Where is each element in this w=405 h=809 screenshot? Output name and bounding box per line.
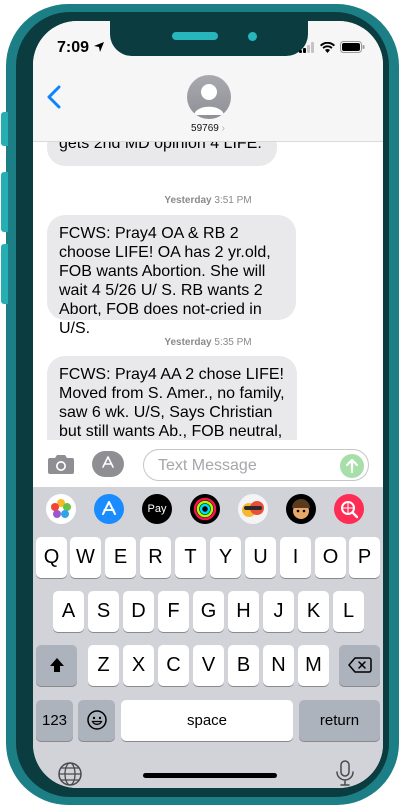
message-bubble[interactable]: FCWS: Pray4 AA 2 chose LIFE! Moved from …	[47, 356, 297, 440]
wifi-icon	[320, 41, 335, 53]
message-text: FCWS: Pray4 AA 2 chose LIFE! Moved from …	[59, 366, 285, 440]
contact-name-row[interactable]: 59769 ›	[33, 123, 383, 134]
key-c[interactable]: C	[158, 645, 189, 686]
memoji-stickers-app-icon[interactable]	[238, 494, 268, 524]
shift-icon	[49, 658, 64, 672]
message-timestamp: Yesterday 3:51 PM	[33, 195, 383, 206]
key-h[interactable]: H	[228, 591, 259, 632]
apple-pay-label: Pay	[147, 503, 167, 515]
key-k[interactable]: K	[298, 591, 329, 632]
speaker-grille	[172, 32, 218, 40]
emoji-key[interactable]	[78, 700, 115, 741]
key-y[interactable]: Y	[210, 537, 241, 578]
apple-pay-app-icon[interactable]: Pay	[142, 494, 172, 524]
fitness-rings-app-icon[interactable]	[190, 494, 220, 524]
back-button[interactable]	[47, 85, 61, 115]
key-z[interactable]: Z	[88, 645, 119, 686]
key-p[interactable]: P	[349, 537, 380, 578]
numbers-key[interactable]: 123	[36, 700, 73, 741]
stickers-faces-icon	[242, 501, 264, 517]
contact-chevron-icon: ›	[221, 123, 225, 134]
key-v[interactable]: V	[193, 645, 224, 686]
chevron-left-icon	[47, 85, 61, 109]
status-time-text: 7:09	[57, 39, 90, 56]
keyboard: Pay Q W E R T Y U I O P A S D F G H J K …	[33, 487, 383, 788]
key-m[interactable]: M	[298, 645, 329, 686]
globe-search-icon	[341, 501, 359, 519]
compose-bar	[33, 445, 383, 485]
globe-icon[interactable]	[57, 761, 83, 787]
key-f[interactable]: F	[158, 591, 189, 632]
phone-screen: 59769 › 7:09 gets 2nd MD opinion 4 LIFE.…	[33, 21, 383, 788]
imessage-app-strip: Pay	[33, 487, 383, 531]
arrow-up-icon	[345, 458, 359, 474]
key-u[interactable]: U	[245, 537, 276, 578]
key-j[interactable]: J	[263, 591, 294, 632]
key-b[interactable]: B	[228, 645, 259, 686]
home-indicator[interactable]	[143, 773, 277, 778]
return-key[interactable]: return	[299, 700, 380, 741]
location-arrow-icon	[94, 42, 105, 52]
notch	[110, 21, 308, 56]
app-store-app-icon[interactable]	[94, 494, 124, 524]
status-time: 7:09	[57, 39, 105, 57]
key-q[interactable]: Q	[36, 537, 67, 578]
key-o[interactable]: O	[315, 537, 346, 578]
message-input[interactable]	[156, 455, 330, 477]
volume-down-button	[1, 244, 8, 304]
key-s[interactable]: S	[88, 591, 119, 632]
key-n[interactable]: N	[263, 645, 294, 686]
key-d[interactable]: D	[123, 591, 154, 632]
message-thread[interactable]: gets 2nd MD opinion 4 LIFE. Yesterday 3:…	[33, 142, 383, 440]
microphone-icon[interactable]	[335, 759, 355, 787]
app-store-icon	[102, 456, 114, 468]
ringer-switch	[1, 112, 8, 146]
message-field[interactable]	[143, 449, 369, 481]
app-store-glyph-icon	[102, 501, 116, 515]
timestamp-day: Yesterday	[164, 337, 212, 348]
activity-rings-icon	[193, 497, 217, 521]
shift-key[interactable]	[36, 645, 77, 686]
key-e[interactable]: E	[105, 537, 136, 578]
photos-flower-icon	[51, 499, 71, 518]
timestamp-time: 3:51 PM	[214, 195, 252, 206]
key-a[interactable]: A	[53, 591, 84, 632]
camera-icon[interactable]	[47, 452, 75, 476]
emoji-icon	[86, 710, 107, 730]
message-text: gets 2nd MD opinion 4 LIFE.	[59, 142, 262, 152]
message-text: FCWS: Pray4 OA & RB 2 choose LIFE! OA ha…	[59, 225, 271, 337]
photos-app-icon[interactable]	[46, 494, 76, 524]
memoji-app-icon[interactable]	[286, 494, 316, 524]
battery-icon	[340, 41, 365, 53]
delete-icon	[347, 657, 372, 673]
front-camera	[248, 32, 257, 41]
memoji-face-icon	[292, 499, 310, 519]
message-timestamp: Yesterday 5:35 PM	[33, 337, 383, 348]
send-button[interactable]	[340, 454, 364, 478]
timestamp-day: Yesterday	[164, 195, 212, 206]
timestamp-time: 5:35 PM	[214, 337, 252, 348]
image-search-app-icon[interactable]	[334, 494, 364, 524]
delete-key[interactable]	[339, 645, 380, 686]
key-t[interactable]: T	[175, 537, 206, 578]
message-bubble[interactable]: FCWS: Pray4 OA & RB 2 choose LIFE! OA ha…	[47, 215, 296, 337]
key-r[interactable]: R	[140, 537, 171, 578]
key-x[interactable]: X	[123, 645, 154, 686]
key-l[interactable]: L	[333, 591, 364, 632]
key-w[interactable]: W	[70, 537, 101, 578]
contact-avatar[interactable]	[187, 75, 231, 119]
person-silhouette-icon	[194, 84, 224, 115]
space-key[interactable]: space	[121, 700, 293, 741]
apps-button[interactable]	[92, 451, 124, 477]
contact-name: 59769	[191, 123, 219, 134]
volume-up-button	[1, 172, 8, 232]
status-icons	[299, 41, 365, 53]
cellular-signal-icon	[299, 41, 314, 53]
key-i[interactable]: I	[280, 537, 311, 578]
key-g[interactable]: G	[193, 591, 224, 632]
message-bubble-partial[interactable]: gets 2nd MD opinion 4 LIFE.	[47, 142, 277, 166]
